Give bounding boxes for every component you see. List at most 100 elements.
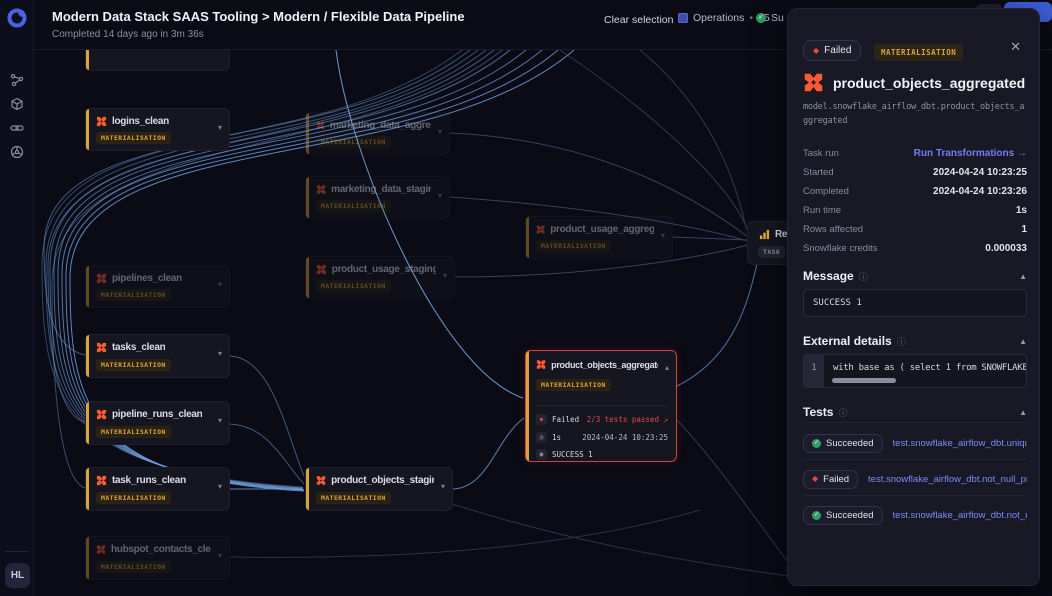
section-heading-external-details: External details xyxy=(803,334,892,348)
collapse-icon[interactable]: ▲ xyxy=(1019,408,1027,417)
chevron-down-icon[interactable]: ▾ xyxy=(661,231,665,240)
field-label: Started xyxy=(803,167,834,178)
node-title: marketing_data_aggregated xyxy=(330,120,431,131)
node-status-stripe xyxy=(526,217,529,258)
node-pipelines-clean[interactable]: pipelines_clean ▾ MATERIALISATION xyxy=(85,265,230,308)
dbt-icon xyxy=(96,273,107,284)
node-details-panel: ◆ Failed MATERIALISATION ✕ product_objec… xyxy=(787,8,1040,586)
node-task-runs-clean[interactable]: task_runs_clean ▾ MATERIALISATION xyxy=(85,467,230,511)
node-type-badge: MATERIALISATION xyxy=(96,359,171,371)
node-title: product_objects_aggregated xyxy=(551,360,658,370)
run-status-subtitle: Completed 14 days ago in 3m 36s xyxy=(52,29,204,40)
node-product-usage-staging[interactable]: product_usage_staging ▾ MATERIALISATION xyxy=(305,256,455,299)
sidebar: HL xyxy=(0,0,34,596)
chevron-down-icon[interactable]: ▾ xyxy=(443,271,447,280)
section-heading-message: Message xyxy=(803,269,854,283)
info-icon[interactable]: ⓘ xyxy=(838,406,847,419)
dbt-icon xyxy=(316,184,326,195)
success-label-partial: Su xyxy=(771,12,784,24)
failed-diamond-icon: ◆ xyxy=(813,47,819,55)
dbt-icon xyxy=(96,342,107,353)
task-run-link[interactable]: Run Transformations → xyxy=(914,148,1027,159)
sidebar-item-integrations[interactable] xyxy=(0,140,34,164)
node-marketing-data-staging[interactable]: marketing_data_staging ▾ MATERIALISATION xyxy=(305,176,450,219)
info-icon[interactable]: ⓘ xyxy=(897,335,906,348)
section-heading-tests: Tests xyxy=(803,405,833,419)
node-type-badge: MATERIALISATION xyxy=(96,492,171,504)
dbt-icon xyxy=(96,544,106,555)
status-badge: ◆ Failed xyxy=(803,40,861,61)
test-status-badge: ✓ Succeeded xyxy=(803,434,883,453)
node-title: logins_clean xyxy=(112,116,169,127)
node-product-objects-staging[interactable]: product_objects_staging ▾ MATERIALISATIO… xyxy=(305,467,453,511)
success-filter[interactable]: ✓ Su xyxy=(756,12,784,24)
tests-summary-link[interactable]: 2/3 tests passed ↗ xyxy=(587,415,668,424)
dbt-icon xyxy=(96,409,107,420)
close-icon[interactable]: ✕ xyxy=(1010,39,1021,55)
status-dot-icon: ◉ xyxy=(536,449,547,460)
success-check-icon: ✓ xyxy=(812,511,821,520)
sidebar-item-connections[interactable] xyxy=(0,116,34,140)
dbt-icon xyxy=(316,120,325,131)
success-check-icon: ✓ xyxy=(812,439,821,448)
chevron-down-icon[interactable]: ▾ xyxy=(218,280,222,289)
field-value: 0.000033 xyxy=(985,243,1027,254)
chevron-down-icon[interactable]: ▾ xyxy=(218,123,222,132)
field-label: Snowflake credits xyxy=(803,243,877,254)
status-badge-label: Failed xyxy=(824,45,851,56)
clear-selection-button[interactable]: Clear selection xyxy=(604,14,673,26)
node-status-label: Failed xyxy=(552,415,579,424)
node-marketing-data-aggregated[interactable]: marketing_data_aggregated ▾ MATERIALISAT… xyxy=(305,112,450,155)
app-logo-icon[interactable] xyxy=(6,7,28,29)
collapse-icon[interactable]: ▲ xyxy=(1019,272,1027,281)
node-hubspot-contacts-clean[interactable]: hubspot_contacts_clean ▾ MATERIALISATION xyxy=(85,536,230,580)
test-row: ◆ Failed test.snowflake_airflow_dbt.not_… xyxy=(803,466,1027,492)
line-number: 1 xyxy=(804,355,824,387)
node-title: product_usage_aggregated xyxy=(550,224,654,235)
model-identifier: model.snowflake_airflow_dbt.product_obje… xyxy=(803,101,1029,128)
success-check-icon: ✓ xyxy=(756,13,766,23)
dbt-icon xyxy=(536,359,546,370)
test-link[interactable]: test.snowflake_airflow_dbt.not_null_pr xyxy=(893,510,1027,521)
chevron-down-icon[interactable]: ▾ xyxy=(438,191,442,200)
node-product-usage-aggregated[interactable]: product_usage_aggregated ▾ MATERIALISATI… xyxy=(525,216,673,259)
chevron-down-icon[interactable]: ▾ xyxy=(218,551,222,560)
horizontal-scrollbar[interactable] xyxy=(832,378,896,383)
chevron-up-icon[interactable]: ▴ xyxy=(665,363,669,372)
node-status-stripe xyxy=(86,335,89,377)
node-status-stripe xyxy=(86,109,89,150)
divider xyxy=(803,495,1027,496)
materialisation-badge: MATERIALISATION xyxy=(874,44,963,61)
user-avatar[interactable]: HL xyxy=(5,563,30,588)
info-icon[interactable]: ⓘ xyxy=(859,270,868,283)
node-status-stripe xyxy=(86,266,89,307)
node-product-objects-aggregated-selected[interactable]: product_objects_aggregated ▴ MATERIALISA… xyxy=(525,350,677,462)
node-type-badge: MATERIALISATION xyxy=(316,280,391,292)
field-value: 1s xyxy=(1016,205,1027,216)
test-status-label: Failed xyxy=(823,474,849,485)
node-tasks-clean[interactable]: tasks_clean ▾ MATERIALISATION xyxy=(85,334,230,378)
test-row: ✓ Succeeded test.snowflake_airflow_dbt.n… xyxy=(803,502,1027,528)
failed-diamond-icon: ◆ xyxy=(812,475,818,483)
node-finished-timestamp: 2024-04-24 10:23:25 xyxy=(582,433,668,442)
dbt-icon xyxy=(96,116,107,127)
sidebar-item-products[interactable] xyxy=(0,92,34,116)
clock-icon: ◷ xyxy=(536,432,547,443)
chevron-down-icon[interactable]: ▾ xyxy=(218,416,222,425)
sidebar-item-pipelines[interactable] xyxy=(0,68,34,92)
failed-diamond-icon: ◆ xyxy=(536,414,547,425)
chevron-down-icon[interactable]: ▾ xyxy=(441,482,445,491)
dbt-icon xyxy=(316,475,326,486)
node-pipeline-runs-clean[interactable]: pipeline_runs_clean ▾ MATERIALISATION xyxy=(85,401,230,445)
test-link[interactable]: test.snowflake_airflow_dbt.unique_pro xyxy=(893,438,1027,449)
node-logins-clean[interactable]: logins_clean ▾ MATERIALISATION xyxy=(85,108,230,151)
chevron-down-icon[interactable]: ▾ xyxy=(438,127,442,136)
node-title: pipelines_clean xyxy=(112,273,182,284)
chevron-down-icon[interactable]: ▾ xyxy=(218,349,222,358)
node-message: SUCCESS 1 xyxy=(552,450,593,459)
node-type-badge: MATERIALISATION xyxy=(96,289,171,301)
test-link[interactable]: test.snowflake_airflow_dbt.not_null_pr xyxy=(868,474,1027,485)
collapse-icon[interactable]: ▲ xyxy=(1019,337,1027,346)
chevron-down-icon[interactable]: ▾ xyxy=(218,482,222,491)
node-title: product_objects_staging xyxy=(331,475,434,486)
